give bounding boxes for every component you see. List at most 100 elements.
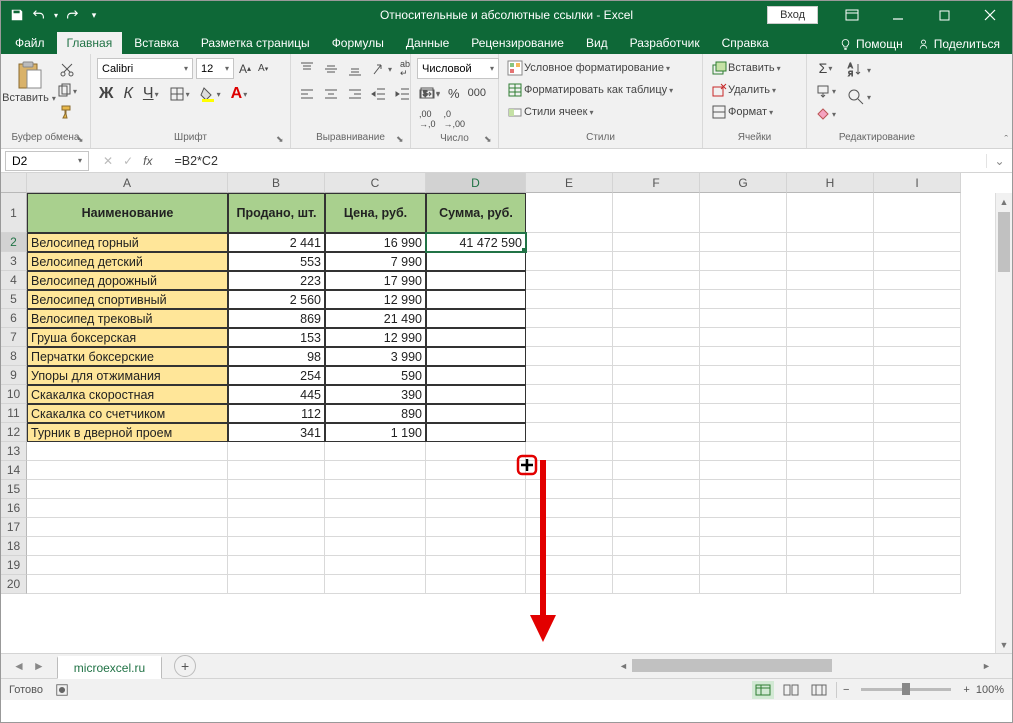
formula-input[interactable]: =B2*C2	[168, 154, 986, 168]
decrease-indent-icon[interactable]	[369, 84, 389, 104]
sheet-prev-icon[interactable]: ◄	[13, 659, 25, 673]
enter-formula-icon[interactable]: ✓	[123, 154, 133, 168]
name-box[interactable]: D2▾	[5, 151, 89, 171]
font-color-icon[interactable]: A▾	[229, 83, 250, 105]
cell[interactable]	[228, 537, 325, 556]
cell[interactable]	[874, 518, 961, 537]
clipboard-launcher-icon[interactable]: ⬊	[76, 134, 88, 146]
table-header-cell[interactable]: Наименование	[27, 193, 228, 233]
table-header-cell[interactable]: Сумма, руб.	[426, 193, 526, 233]
cell[interactable]	[27, 461, 228, 480]
cell[interactable]	[228, 442, 325, 461]
row-header[interactable]: 3	[1, 252, 27, 271]
cell[interactable]	[613, 290, 700, 309]
macro-record-icon[interactable]	[55, 683, 69, 697]
cell[interactable]	[526, 537, 613, 556]
cell[interactable]	[700, 347, 787, 366]
price-cell[interactable]: 590	[325, 366, 426, 385]
cell[interactable]	[787, 385, 874, 404]
sold-cell[interactable]: 445	[228, 385, 325, 404]
cell[interactable]	[613, 193, 700, 233]
paste-button[interactable]: Вставить▾	[7, 58, 51, 104]
cell[interactable]	[526, 347, 613, 366]
cell[interactable]	[426, 575, 526, 594]
cell[interactable]	[700, 290, 787, 309]
cell[interactable]	[526, 309, 613, 328]
cell[interactable]	[874, 404, 961, 423]
fx-icon[interactable]: fx	[143, 154, 152, 168]
scroll-down-icon[interactable]: ▼	[996, 636, 1012, 653]
font-name-input[interactable]: Calibri▾	[97, 58, 193, 79]
copy-icon[interactable]: ▾	[54, 81, 79, 101]
orientation-icon[interactable]: ▾	[369, 59, 394, 79]
redo-icon[interactable]	[64, 7, 80, 23]
tab-view[interactable]: Вид	[576, 32, 618, 54]
row-header[interactable]: 12	[1, 423, 27, 442]
price-cell[interactable]: 7 990	[325, 252, 426, 271]
cell[interactable]	[874, 366, 961, 385]
cell[interactable]	[613, 518, 700, 537]
cell[interactable]	[700, 461, 787, 480]
cell[interactable]	[526, 290, 613, 309]
row-header[interactable]: 15	[1, 480, 27, 499]
cell[interactable]	[700, 423, 787, 442]
increase-decimal-icon[interactable]: ,00→,0	[417, 107, 438, 131]
cell[interactable]	[613, 499, 700, 518]
tab-insert[interactable]: Вставка	[124, 32, 189, 54]
sign-in-button[interactable]: Вход	[767, 6, 818, 24]
accounting-format-icon[interactable]: $▾	[417, 83, 442, 103]
cell[interactable]	[526, 271, 613, 290]
name-cell[interactable]: Скакалка скоростная	[27, 385, 228, 404]
name-cell[interactable]: Скакалка со счетчиком	[27, 404, 228, 423]
cell[interactable]	[700, 442, 787, 461]
row-header[interactable]: 5	[1, 290, 27, 309]
row-header[interactable]: 19	[1, 556, 27, 575]
cell[interactable]	[526, 518, 613, 537]
column-header[interactable]: I	[874, 173, 961, 193]
sold-cell[interactable]: 223	[228, 271, 325, 290]
cell[interactable]	[874, 309, 961, 328]
sum-cell[interactable]	[426, 271, 526, 290]
cell[interactable]	[613, 347, 700, 366]
price-cell[interactable]: 16 990	[325, 233, 426, 252]
name-cell[interactable]: Груша боксерская	[27, 328, 228, 347]
cell[interactable]	[228, 461, 325, 480]
cell[interactable]	[874, 328, 961, 347]
cell[interactable]	[526, 404, 613, 423]
cell[interactable]	[874, 252, 961, 271]
tab-data[interactable]: Данные	[396, 32, 459, 54]
sold-cell[interactable]: 341	[228, 423, 325, 442]
wrap-text-icon[interactable]: ab↵	[398, 58, 412, 80]
decrease-decimal-icon[interactable]: ,0→,00	[442, 107, 468, 131]
cell[interactable]	[526, 556, 613, 575]
cell[interactable]	[787, 480, 874, 499]
sold-cell[interactable]: 98	[228, 347, 325, 366]
cell[interactable]	[526, 385, 613, 404]
cell[interactable]	[613, 480, 700, 499]
cancel-formula-icon[interactable]: ✕	[103, 154, 113, 168]
tab-home[interactable]: Главная	[57, 32, 123, 54]
cell[interactable]	[787, 193, 874, 233]
percent-icon[interactable]: %	[446, 84, 462, 103]
row-header[interactable]: 11	[1, 404, 27, 423]
cell[interactable]	[426, 499, 526, 518]
sold-cell[interactable]: 2 560	[228, 290, 325, 309]
normal-view-icon[interactable]	[752, 681, 774, 699]
underline-button[interactable]: Ч▾	[141, 83, 161, 105]
name-cell[interactable]: Велосипед горный	[27, 233, 228, 252]
conditional-formatting-button[interactable]: Условное форматирование▾	[505, 58, 672, 78]
format-as-table-button[interactable]: Форматировать как таблицу▾	[505, 80, 675, 100]
cell[interactable]	[526, 328, 613, 347]
page-layout-view-icon[interactable]	[780, 681, 802, 699]
cell[interactable]	[874, 233, 961, 252]
sold-cell[interactable]: 153	[228, 328, 325, 347]
sum-cell[interactable]	[426, 404, 526, 423]
table-header-cell[interactable]: Цена, руб.	[325, 193, 426, 233]
page-break-view-icon[interactable]	[808, 681, 830, 699]
cell[interactable]	[426, 518, 526, 537]
zoom-out-icon[interactable]: −	[843, 684, 849, 696]
ribbon-display-icon[interactable]	[830, 1, 874, 29]
fill-handle[interactable]	[522, 248, 526, 252]
align-bottom-icon[interactable]	[345, 59, 365, 79]
cell[interactable]	[325, 518, 426, 537]
